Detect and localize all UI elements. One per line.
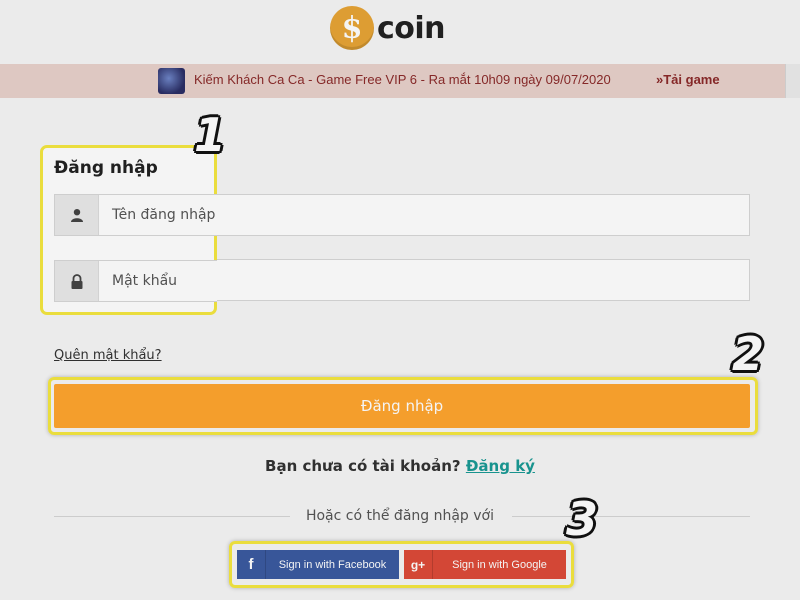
callout-login-title: Đăng nhập [54, 158, 158, 178]
logo-text: coin [377, 10, 446, 46]
step-1-highlight: Đăng nhập Tên đăng nhập Mật khẩu [40, 145, 217, 315]
facebook-signin-button[interactable]: f Sign in with Facebook [237, 550, 399, 579]
logo-coin-icon: $ [330, 6, 374, 50]
callout-username-field[interactable]: Tên đăng nhập [54, 194, 217, 236]
callout-password-placeholder: Mật khẩu [112, 273, 178, 289]
register-link[interactable]: Đăng ký [466, 457, 535, 475]
signup-prompt: Bạn chưa có tài khoản? Đăng ký [0, 457, 800, 475]
announcement-text: Kiếm Khách Ca Ca - Game Free VIP 6 - Ra … [194, 72, 611, 87]
no-account-text: Bạn chưa có tài khoản? [265, 457, 461, 475]
google-plus-icon: g+ [404, 550, 433, 579]
or-login-with-text: Hoặc có thể đăng nhập với [305, 508, 495, 524]
callout-user-icon [55, 195, 99, 235]
scrollbar[interactable] [785, 64, 800, 98]
google-signin-button[interactable]: g+ Sign in with Google [404, 550, 566, 579]
facebook-signin-label: Sign in with Facebook [278, 558, 387, 571]
forgot-password-link[interactable]: Quên mật khẩu? [54, 348, 162, 363]
download-game-link[interactable]: »Tải game [656, 72, 728, 87]
login-button[interactable]: Đăng nhập [54, 384, 750, 428]
callout-password-field[interactable]: Mật khẩu [54, 260, 217, 302]
step-3-number: 3 [566, 492, 599, 546]
step-2-number: 2 [732, 327, 765, 381]
google-signin-label: Sign in with Google [452, 558, 547, 571]
logo[interactable]: $ coin [330, 6, 446, 50]
header: $ coin [0, 0, 800, 60]
step-1-number: 1 [194, 108, 227, 162]
facebook-icon: f [237, 550, 266, 579]
callout-lock-icon [55, 261, 99, 301]
game-thumbnail-icon [158, 68, 185, 94]
announcement-bar: Kiếm Khách Ca Ca - Game Free VIP 6 - Ra … [0, 64, 800, 98]
callout-username-placeholder: Tên đăng nhập [112, 207, 216, 223]
